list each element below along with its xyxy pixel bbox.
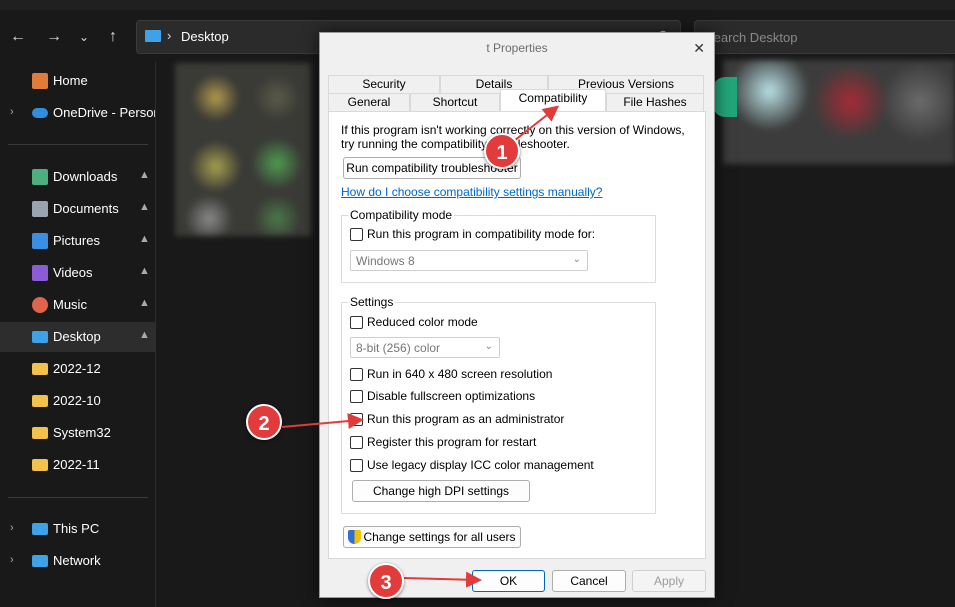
annotation-arrows xyxy=(281,105,560,588)
annotation-badge-1: 1 xyxy=(484,133,520,169)
annotation-arrow-1 xyxy=(509,105,560,145)
annotation-badge-2: 2 xyxy=(246,404,282,440)
annotation-arrow-2 xyxy=(281,413,364,430)
annotation-arrow-3 xyxy=(403,571,482,588)
annotation-badge-3: 3 xyxy=(368,563,404,599)
